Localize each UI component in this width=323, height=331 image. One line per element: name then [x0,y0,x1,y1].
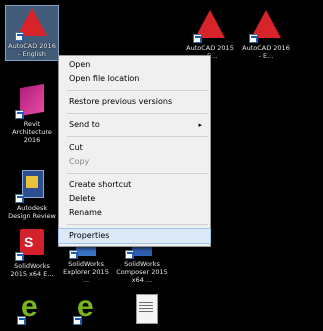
desktop-icon-autocad-2016-b[interactable]: AutoCAD 2016 - E... [240,8,292,70]
menu-item-cut[interactable]: Cut [59,141,210,155]
desktop-icon-label: SolidWorks Composer 2015 x64 ... [116,260,168,284]
desktop-icon-ie-1[interactable]: e [8,290,60,328]
design-review-icon [14,168,50,204]
shortcut-arrow-icon [17,316,26,325]
desktop-icon-design-review[interactable]: Autodesk Design Review [6,168,58,220]
shortcut-arrow-icon [69,250,78,259]
menu-separator [67,224,208,225]
menu-item-rename[interactable]: Rename [59,206,210,220]
desktop-icon-label: AutoCAD 2016 - E... [242,44,290,60]
menu-separator [67,136,208,137]
desktop: AutoCAD 2016 - English Revit Architectur… [0,0,323,331]
submenu-arrow-icon: ▸ [198,121,202,129]
desktop-icon-solidworks[interactable]: S SolidWorks 2015 x64 E... [6,226,58,278]
internet-explorer-icon: e [16,290,52,326]
menu-item-copy[interactable]: Copy [59,155,210,169]
autocad-icon [248,8,284,44]
shortcut-arrow-icon [15,110,24,119]
shortcut-arrow-icon [73,316,82,325]
menu-separator [67,173,208,174]
menu-item-properties[interactable]: Properties [58,228,211,244]
shortcut-arrow-icon [193,34,202,43]
menu-separator [67,90,208,91]
menu-item-create-shortcut[interactable]: Create shortcut [59,178,210,192]
shortcut-arrow-icon [15,194,24,203]
document-icon [128,292,164,328]
menu-item-label: Send to [69,120,100,129]
autocad-icon [192,8,228,44]
menu-item-delete[interactable]: Delete [59,192,210,206]
desktop-icon-revit[interactable]: Revit Architecture 2016 [6,83,58,144]
desktop-icon-label: AutoCAD 2016 - English [8,42,56,58]
shortcut-arrow-icon [249,34,258,43]
desktop-icon-ie-2[interactable]: e [64,290,116,328]
menu-separator [67,113,208,114]
context-menu: Open Open file location Restore previous… [58,55,211,247]
shortcut-arrow-icon [15,32,24,41]
internet-explorer-icon: e [72,290,108,326]
autocad-icon [14,6,50,42]
solidworks-icon: S [14,226,50,262]
desktop-icon-label: Autodesk Design Review [8,204,56,220]
menu-item-open[interactable]: Open [59,58,210,72]
desktop-icon-document[interactable] [120,292,172,328]
shortcut-arrow-icon [15,252,24,261]
revit-icon [14,83,50,120]
desktop-icon-autocad-2016[interactable]: AutoCAD 2016 - English [5,5,59,61]
menu-item-send-to[interactable]: Send to ▸ [59,118,210,132]
menu-item-restore-previous-versions[interactable]: Restore previous versions [59,95,210,109]
shortcut-arrow-icon [125,250,134,259]
desktop-icon-label: SolidWorks 2015 x64 E... [10,262,54,278]
desktop-icon-label: Revit Architecture 2016 [12,120,52,144]
menu-item-open-file-location[interactable]: Open file location [59,72,210,86]
desktop-icon-label: SolidWorks Explorer 2015 ... [63,260,109,284]
